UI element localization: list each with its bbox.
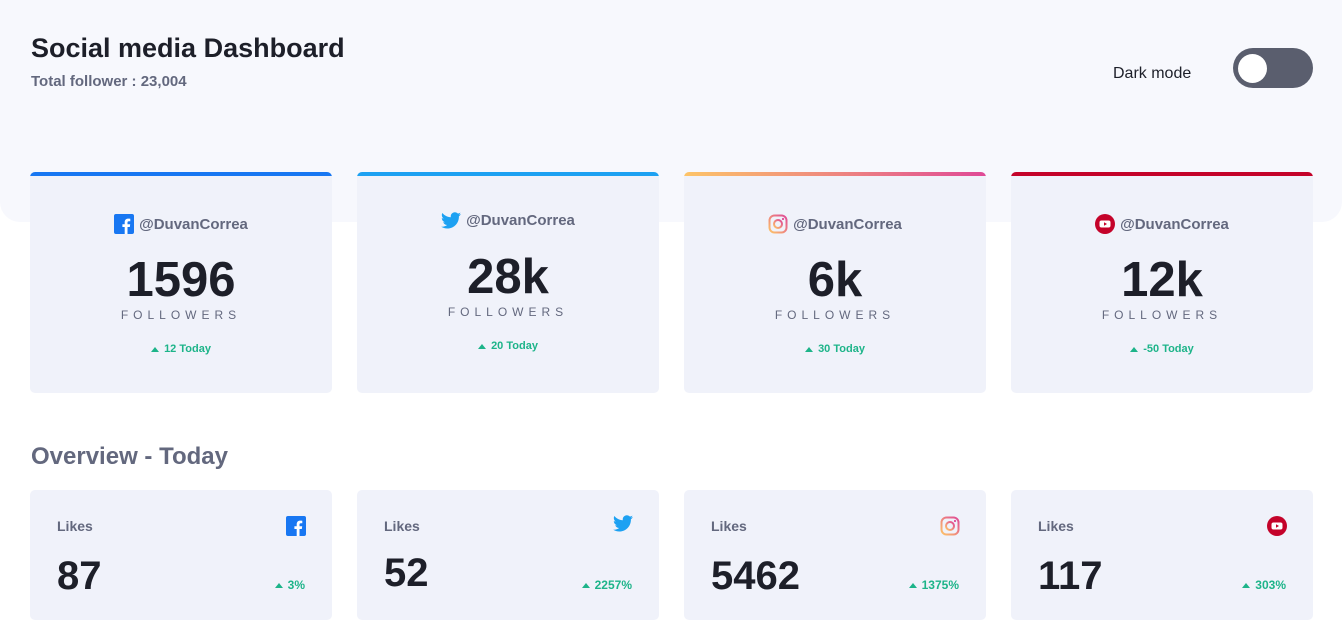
up-arrow-icon bbox=[581, 582, 590, 588]
up-arrow-icon bbox=[274, 582, 283, 588]
dark-mode-label: Dark mode bbox=[1113, 65, 1192, 82]
followers-label: FOLLOWERS bbox=[1101, 308, 1223, 322]
overview-title: Overview - Today bbox=[31, 443, 228, 470]
handle-row: @DuvanCorrea bbox=[1011, 214, 1313, 234]
handle-row: @DuvanCorrea bbox=[30, 214, 332, 234]
handle-row: @DuvanCorrea bbox=[357, 212, 659, 229]
overview-card-twitter-likes[interactable]: Likes 52 2257% bbox=[357, 490, 659, 620]
follower-count: 6k bbox=[807, 253, 863, 307]
follower-count: 1596 bbox=[126, 253, 236, 307]
instagram-icon bbox=[940, 516, 960, 541]
percent-change-text: 3% bbox=[287, 578, 305, 592]
today-change-text: 30 Today bbox=[818, 343, 865, 355]
card-accent-bar bbox=[1011, 172, 1313, 176]
overview-card-facebook-likes[interactable]: Likes 87 3% bbox=[30, 490, 332, 620]
today-change-text: 12 Today bbox=[164, 343, 211, 355]
metric-label: Likes bbox=[711, 518, 747, 534]
card-accent-bar bbox=[357, 172, 659, 176]
percent-change: 303% bbox=[1242, 578, 1286, 592]
handle-text: @DuvanCorrea bbox=[466, 212, 575, 229]
up-arrow-icon bbox=[908, 582, 917, 588]
follower-card-instagram[interactable]: @DuvanCorrea 6k FOLLOWERS 30 Today bbox=[684, 172, 986, 393]
today-change-text: -50 Today bbox=[1143, 343, 1194, 355]
handle-text: @DuvanCorrea bbox=[139, 215, 248, 233]
percent-change-text: 1375% bbox=[921, 578, 959, 592]
metric-label: Likes bbox=[384, 518, 420, 534]
youtube-icon bbox=[1267, 516, 1287, 541]
up-arrow-icon bbox=[1242, 582, 1251, 588]
today-change-text: 20 Today bbox=[491, 340, 538, 352]
metric-value: 5462 bbox=[711, 554, 800, 598]
up-arrow-icon bbox=[151, 346, 160, 352]
percent-change: 1375% bbox=[908, 578, 959, 592]
card-accent-bar bbox=[30, 172, 332, 176]
follower-count: 28k bbox=[467, 250, 549, 304]
overview-card-youtube-likes[interactable]: Likes 117 303% bbox=[1011, 490, 1313, 620]
handle-row: @DuvanCorrea bbox=[684, 214, 986, 234]
follower-card-twitter[interactable]: @DuvanCorrea 28k FOLLOWERS 20 Today bbox=[357, 172, 659, 393]
up-arrow-icon bbox=[1130, 346, 1139, 352]
facebook-icon bbox=[114, 214, 135, 234]
today-change: -50 Today bbox=[1011, 343, 1313, 355]
twitter-icon bbox=[613, 515, 633, 537]
percent-change: 3% bbox=[274, 578, 305, 592]
today-change: 20 Today bbox=[357, 340, 659, 352]
handle-text: @DuvanCorrea bbox=[1120, 215, 1229, 233]
follower-card-facebook[interactable]: @DuvanCorrea 1596 FOLLOWERS 12 Today bbox=[30, 172, 332, 393]
followers-label: FOLLOWERS bbox=[774, 308, 896, 322]
page-title: Social media Dashboard bbox=[31, 33, 345, 63]
follower-card-youtube[interactable]: @DuvanCorrea 12k FOLLOWERS -50 Today bbox=[1011, 172, 1313, 393]
total-followers: Total follower : 23,004 bbox=[31, 73, 187, 90]
today-change: 30 Today bbox=[684, 343, 986, 355]
percent-change: 2257% bbox=[581, 578, 632, 592]
twitter-icon bbox=[441, 212, 462, 229]
metric-value: 52 bbox=[384, 551, 429, 595]
handle-text: @DuvanCorrea bbox=[793, 215, 902, 233]
metric-value: 87 bbox=[57, 554, 102, 598]
up-arrow-icon bbox=[805, 346, 814, 352]
toggle-knob[interactable] bbox=[1238, 54, 1267, 83]
facebook-icon bbox=[286, 516, 306, 541]
percent-change-text: 303% bbox=[1255, 578, 1286, 592]
metric-label: Likes bbox=[57, 518, 93, 534]
followers-label: FOLLOWERS bbox=[447, 305, 569, 319]
today-change: 12 Today bbox=[30, 343, 332, 355]
metric-label: Likes bbox=[1038, 518, 1074, 534]
followers-label: FOLLOWERS bbox=[120, 308, 242, 322]
dark-mode-toggle[interactable] bbox=[1233, 48, 1313, 88]
overview-card-instagram-likes[interactable]: Likes 5462 1375% bbox=[684, 490, 986, 620]
card-accent-bar bbox=[684, 172, 986, 176]
follower-count: 12k bbox=[1121, 253, 1203, 307]
percent-change-text: 2257% bbox=[594, 578, 632, 592]
up-arrow-icon bbox=[478, 343, 487, 349]
youtube-icon bbox=[1095, 214, 1116, 234]
instagram-icon bbox=[768, 214, 788, 234]
metric-value: 117 bbox=[1038, 554, 1103, 598]
